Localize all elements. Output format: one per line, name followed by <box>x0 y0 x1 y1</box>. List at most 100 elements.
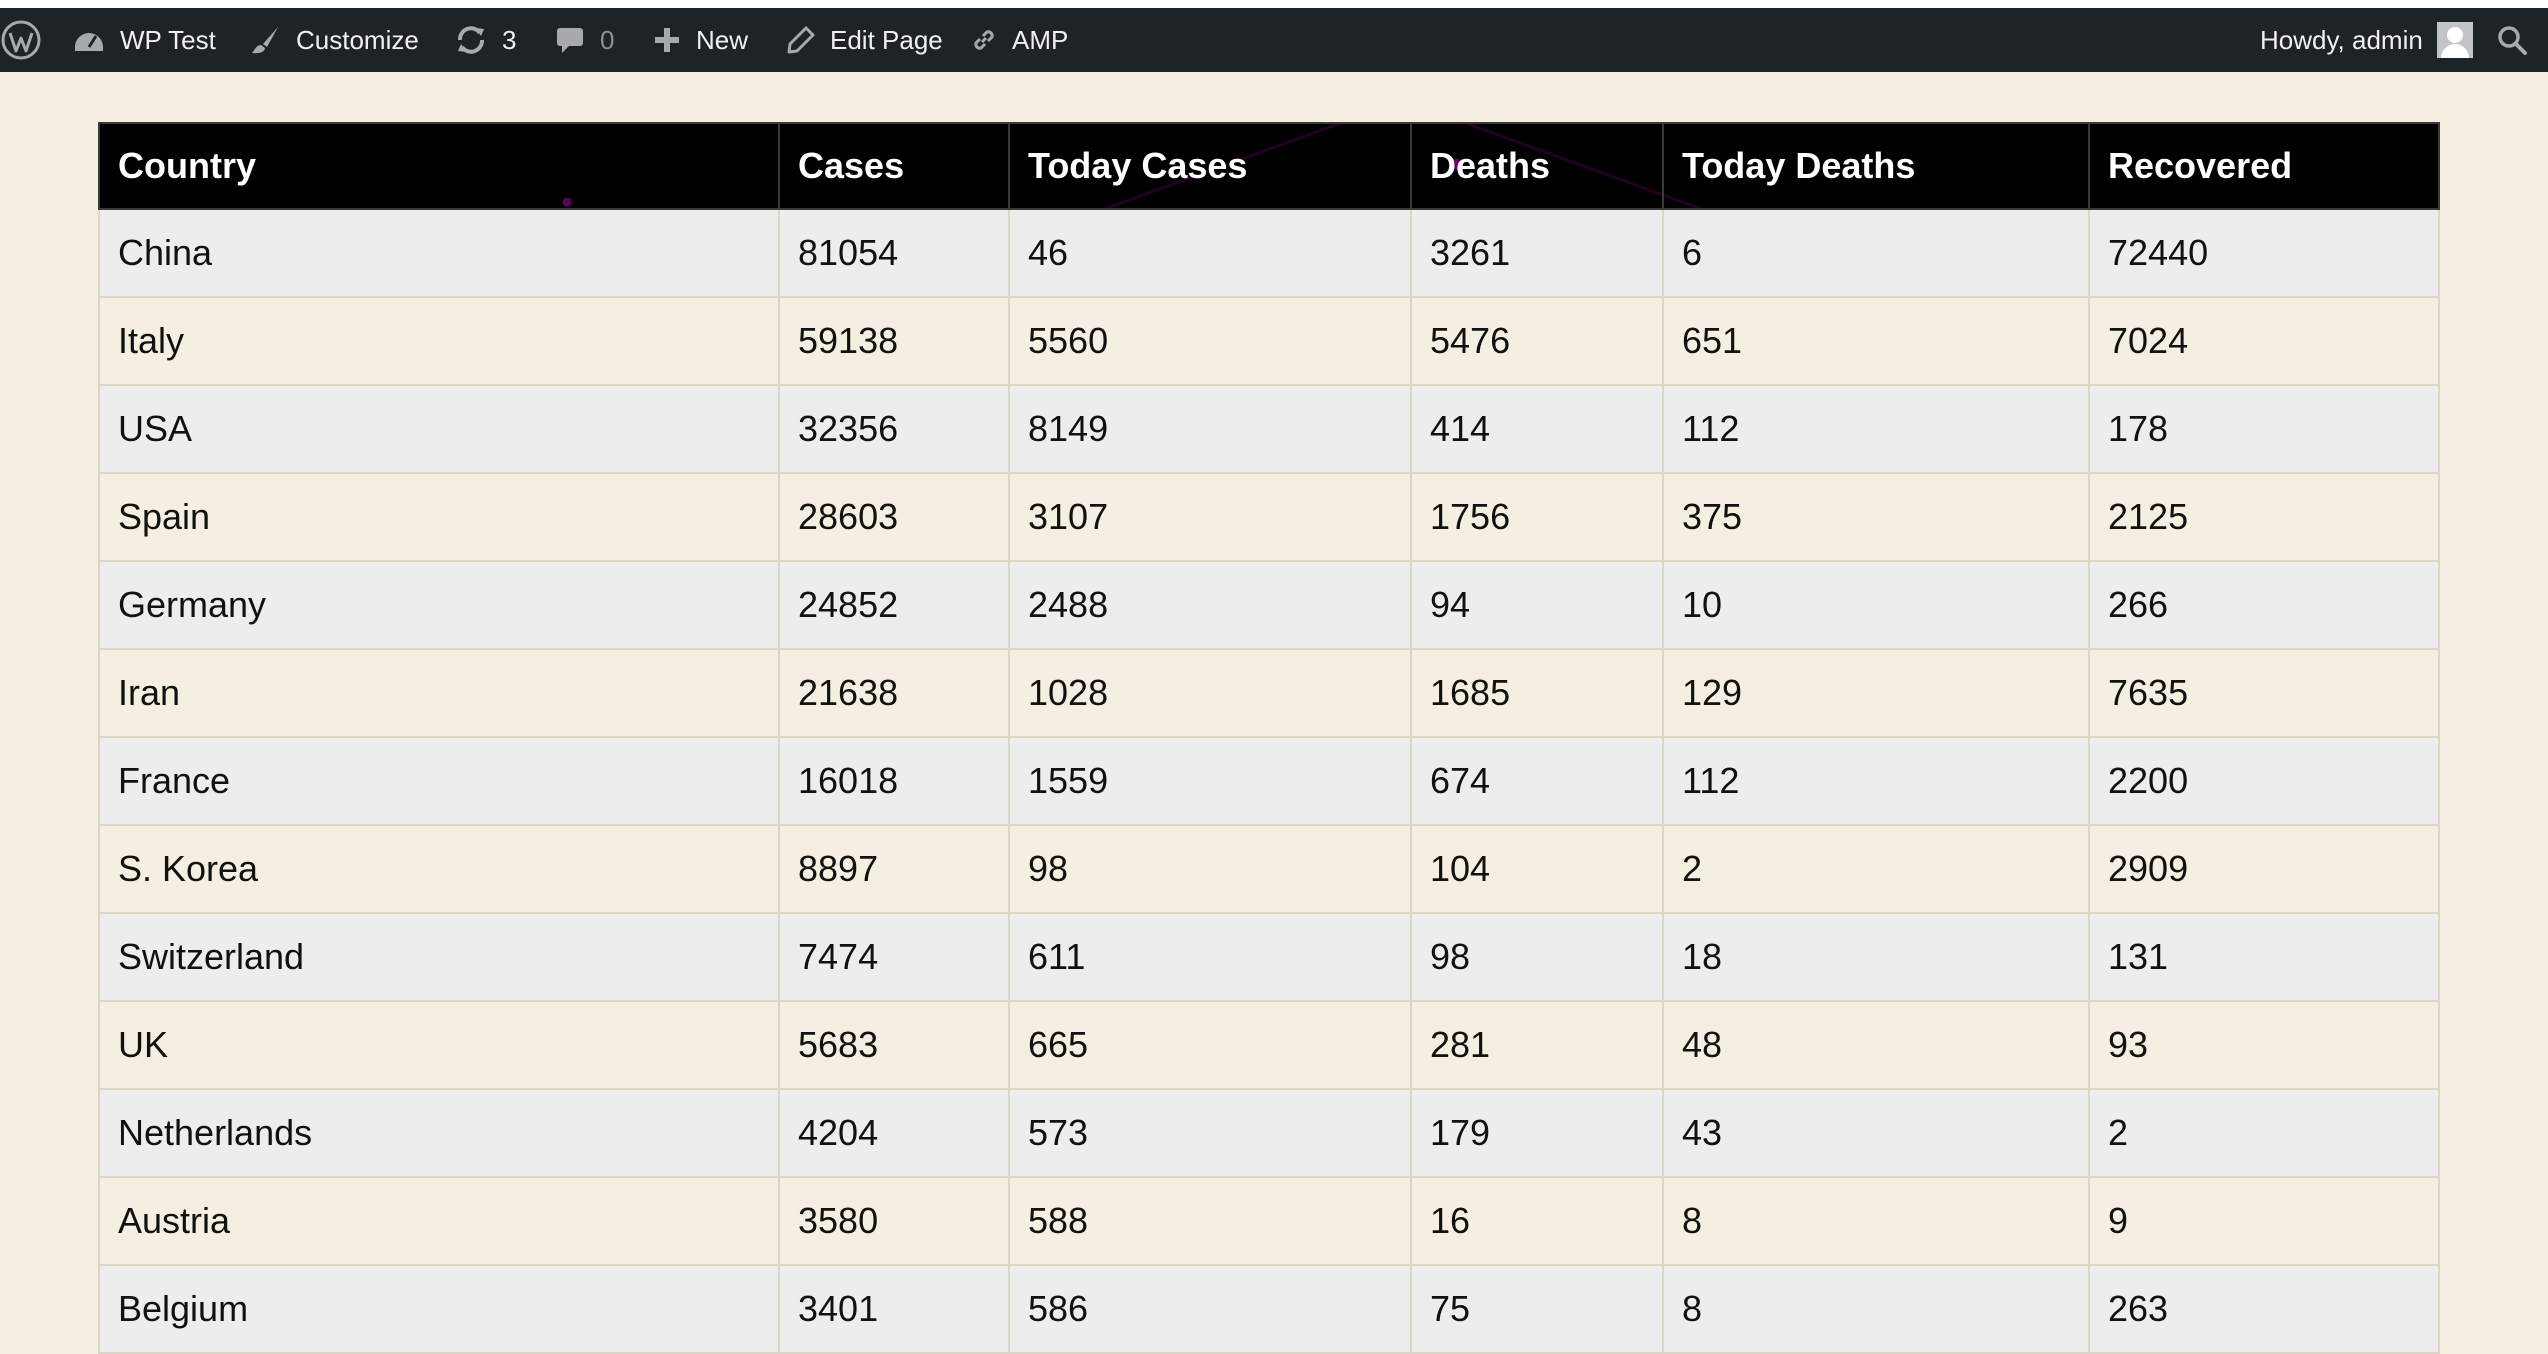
cell-cases: 21638 <box>778 648 1010 738</box>
link-icon <box>970 26 998 54</box>
cell-today-cases: 611 <box>1008 912 1412 1002</box>
cell-deaths: 16 <box>1410 1176 1664 1266</box>
wordpress-logo-icon <box>0 19 42 61</box>
cell-today-cases: 665 <box>1008 1000 1412 1090</box>
cell-country: USA <box>98 384 780 474</box>
cell-deaths: 94 <box>1410 560 1664 650</box>
cell-recovered: 9 <box>2088 1176 2440 1266</box>
covid-stats-table-wrapper: Country Cases Today Cases Deaths Today D… <box>98 122 2440 1354</box>
cell-cases: 28603 <box>778 472 1010 562</box>
comments-count: 0 <box>600 24 615 55</box>
cell-today-cases: 573 <box>1008 1088 1412 1178</box>
covid-stats-table: Country Cases Today Cases Deaths Today D… <box>98 122 2440 1354</box>
cell-today-deaths: 112 <box>1662 384 2090 474</box>
amp-label: AMP <box>1012 24 1069 55</box>
table-row: Italy 59138 5560 5476 651 7024 <box>98 296 2440 386</box>
cell-today-cases: 8149 <box>1008 384 1412 474</box>
cell-today-deaths: 375 <box>1662 472 2090 562</box>
refresh-icon <box>454 23 488 57</box>
cell-today-deaths: 48 <box>1662 1000 2090 1090</box>
cell-today-cases: 3107 <box>1008 472 1412 562</box>
column-header-deaths: Deaths <box>1410 122 1664 210</box>
cell-today-deaths: 43 <box>1662 1088 2090 1178</box>
site-name-menu[interactable]: WP Test <box>72 8 216 72</box>
table-row: S. Korea 8897 98 104 2 2909 <box>98 824 2440 914</box>
cell-today-deaths: 8 <box>1662 1176 2090 1266</box>
cell-recovered: 2125 <box>2088 472 2440 562</box>
column-header-cases: Cases <box>778 122 1010 210</box>
cell-cases: 32356 <box>778 384 1010 474</box>
cell-deaths: 414 <box>1410 384 1664 474</box>
cell-cases: 59138 <box>778 296 1010 386</box>
cell-today-cases: 1559 <box>1008 736 1412 826</box>
cell-country: China <box>98 208 780 298</box>
cell-cases: 16018 <box>778 736 1010 826</box>
header-row: Country Cases Today Cases Deaths Today D… <box>98 122 2440 210</box>
cell-cases: 5683 <box>778 1000 1010 1090</box>
updates-count: 3 <box>502 24 517 55</box>
comment-bubble-icon <box>554 24 586 56</box>
cell-deaths: 1685 <box>1410 648 1664 738</box>
cell-deaths: 179 <box>1410 1088 1664 1178</box>
cell-country: Netherlands <box>98 1088 780 1178</box>
cell-recovered: 7635 <box>2088 648 2440 738</box>
cell-country: Spain <box>98 472 780 562</box>
cell-today-cases: 98 <box>1008 824 1412 914</box>
cell-country: Italy <box>98 296 780 386</box>
cell-country: France <box>98 736 780 826</box>
table-row: Germany 24852 2488 94 10 266 <box>98 560 2440 650</box>
cell-today-deaths: 2 <box>1662 824 2090 914</box>
cell-today-cases: 46 <box>1008 208 1412 298</box>
cell-country: Iran <box>98 648 780 738</box>
updates-link[interactable]: 3 <box>454 8 516 72</box>
amp-link[interactable]: AMP <box>970 8 1068 72</box>
table-row: Netherlands 4204 573 179 43 2 <box>98 1088 2440 1178</box>
edit-page-label: Edit Page <box>830 24 943 55</box>
cell-today-deaths: 10 <box>1662 560 2090 650</box>
cell-country: S. Korea <box>98 824 780 914</box>
cell-country: Germany <box>98 560 780 650</box>
cell-cases: 7474 <box>778 912 1010 1002</box>
table-body: China 81054 46 3261 6 72440 Italy 59138 … <box>98 208 2440 1354</box>
cell-deaths: 3261 <box>1410 208 1664 298</box>
my-account-menu[interactable]: Howdy, admin <box>2260 8 2473 72</box>
site-name-label: WP Test <box>120 24 216 55</box>
column-header-country: Country <box>98 122 780 210</box>
edit-page-link[interactable]: Edit Page <box>786 8 943 72</box>
cell-recovered: 2 <box>2088 1088 2440 1178</box>
comments-link[interactable]: 0 <box>554 8 614 72</box>
column-header-today-deaths: Today Deaths <box>1662 122 2090 210</box>
new-label: New <box>696 24 749 55</box>
table-row: USA 32356 8149 414 112 178 <box>98 384 2440 474</box>
cell-recovered: 7024 <box>2088 296 2440 386</box>
cell-recovered: 2909 <box>2088 824 2440 914</box>
admin-bar-search[interactable] <box>2496 8 2528 72</box>
new-content-menu[interactable]: New <box>652 8 748 72</box>
cell-today-cases: 2488 <box>1008 560 1412 650</box>
table-row: Iran 21638 1028 1685 129 7635 <box>98 648 2440 738</box>
cell-cases: 81054 <box>778 208 1010 298</box>
column-header-today-cases: Today Cases <box>1008 122 1412 210</box>
cell-today-deaths: 112 <box>1662 736 2090 826</box>
table-row: China 81054 46 3261 6 72440 <box>98 208 2440 298</box>
cell-today-deaths: 129 <box>1662 648 2090 738</box>
wp-logo-menu[interactable] <box>0 8 42 72</box>
cell-country: Switzerland <box>98 912 780 1002</box>
cell-today-deaths: 18 <box>1662 912 2090 1002</box>
cell-deaths: 5476 <box>1410 296 1664 386</box>
cell-recovered: 2200 <box>2088 736 2440 826</box>
cell-country: Austria <box>98 1176 780 1266</box>
dashboard-icon <box>72 23 106 57</box>
howdy-label: Howdy, admin <box>2260 24 2423 55</box>
cell-today-cases: 5560 <box>1008 296 1412 386</box>
table-row: UK 5683 665 281 48 93 <box>98 1000 2440 1090</box>
cell-today-cases: 1028 <box>1008 648 1412 738</box>
customize-link[interactable]: Customize <box>250 8 419 72</box>
cell-today-cases: 588 <box>1008 1176 1412 1266</box>
cell-recovered: 72440 <box>2088 208 2440 298</box>
customize-label: Customize <box>296 24 419 55</box>
wp-admin-bar: WP Test Customize 3 0 New Edit Page AMP … <box>0 8 2548 72</box>
paintbrush-icon <box>250 24 282 56</box>
cell-cases: 24852 <box>778 560 1010 650</box>
table-row: Spain 28603 3107 1756 375 2125 <box>98 472 2440 562</box>
